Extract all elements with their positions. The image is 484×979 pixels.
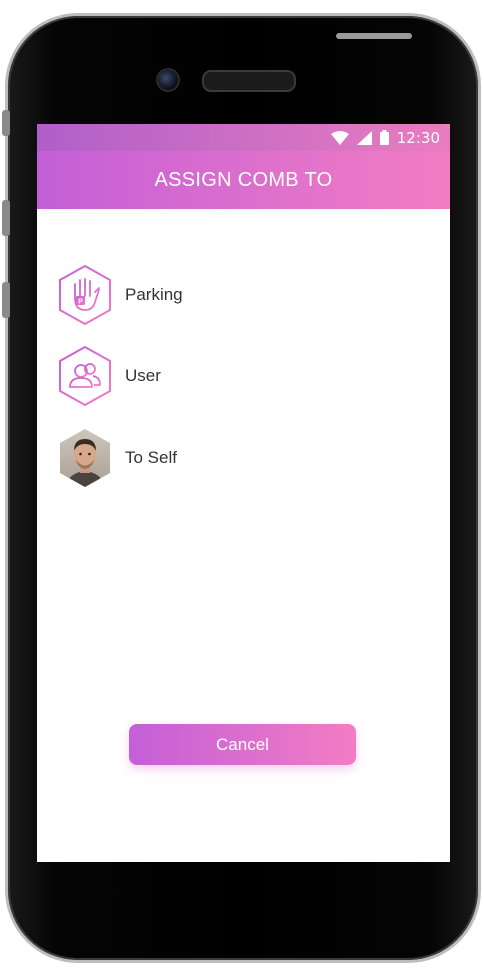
earpiece-speaker — [202, 70, 296, 92]
option-parking-label: Parking — [125, 285, 183, 304]
wifi-icon — [330, 130, 349, 145]
front-camera — [156, 68, 180, 92]
option-parking[interactable]: P Parking — [57, 264, 183, 326]
option-to-self[interactable]: To Self — [57, 427, 177, 489]
option-to-self-label: To Self — [125, 448, 177, 467]
signal-icon — [356, 130, 372, 145]
page-title: ASSIGN COMB TO — [154, 168, 333, 191]
svg-text:P: P — [78, 299, 83, 306]
volume-up-button — [2, 200, 10, 236]
mute-switch — [2, 110, 10, 136]
option-user[interactable]: User — [57, 345, 161, 407]
cancel-button[interactable]: Cancel — [129, 724, 356, 765]
volume-down-button — [2, 282, 10, 318]
power-button — [336, 33, 412, 39]
users-icon — [59, 345, 111, 407]
parking-hand-icon: P — [59, 264, 111, 326]
battery-icon — [379, 130, 389, 145]
status-time: 12:30 — [396, 128, 440, 147]
app-bar: ASSIGN COMB TO — [37, 151, 450, 209]
option-user-label: User — [125, 366, 161, 385]
app-screen: 12:30 ASSIGN COMB TO P Parking User To S… — [37, 124, 450, 862]
status-bar: 12:30 — [37, 124, 450, 151]
self-avatar — [60, 429, 110, 487]
